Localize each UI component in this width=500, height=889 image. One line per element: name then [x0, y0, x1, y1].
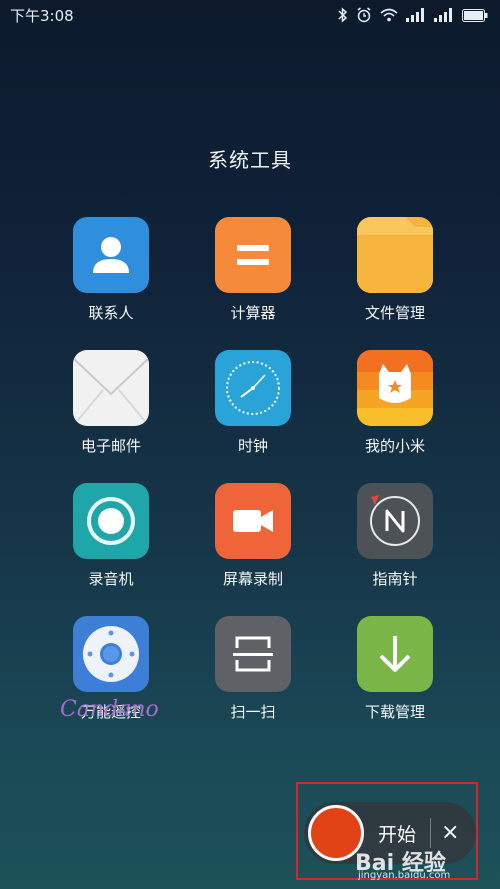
recorder-icon: [73, 483, 149, 559]
app-screen-record[interactable]: 屏幕录制: [182, 483, 324, 616]
mi-bunny-icon: [357, 350, 433, 426]
app-my-xiaomi[interactable]: 我的小米: [324, 350, 466, 483]
record-start-label[interactable]: 开始: [378, 820, 416, 847]
calculator-icon: [215, 217, 291, 293]
folder-icon: [357, 217, 433, 293]
app-email[interactable]: 电子邮件: [40, 350, 182, 483]
bluetooth-icon: [338, 7, 348, 23]
app-label: 计算器: [230, 304, 276, 322]
baidu-url: jingyan.baidu.com: [358, 870, 451, 881]
divider: [430, 818, 432, 848]
app-label: 时钟: [237, 437, 268, 455]
compass-icon: [357, 483, 433, 559]
signal-icon: [406, 8, 424, 22]
video-camera-icon: [215, 483, 291, 559]
app-label: 我的小米: [364, 437, 425, 455]
app-clock[interactable]: 时钟: [182, 350, 324, 483]
app-grid: 联系人 计算器 文件管理 电子邮件 时钟 我的小米 录音机 屏幕录制 指南针 万…: [40, 217, 466, 749]
app-compass[interactable]: 指南针: [324, 483, 466, 616]
status-time: 下午3:08: [10, 6, 74, 25]
app-file-manager[interactable]: 文件管理: [324, 217, 466, 350]
app-recorder[interactable]: 录音机: [40, 483, 182, 616]
close-icon[interactable]: ×: [441, 822, 459, 844]
signal-icon: [434, 8, 452, 22]
scan-icon: [215, 616, 291, 692]
app-remote[interactable]: 万能遥控: [40, 616, 182, 749]
app-download-manager[interactable]: 下载管理: [324, 616, 466, 749]
status-icons: [338, 7, 488, 23]
email-icon: [73, 350, 149, 426]
watermark-text: Candano: [60, 697, 159, 722]
remote-icon: [73, 616, 149, 692]
app-label: 文件管理: [364, 304, 425, 322]
app-label: 指南针: [372, 570, 418, 588]
download-icon: [357, 616, 433, 692]
app-label: 录音机: [88, 570, 134, 588]
app-label: 联系人: [88, 304, 134, 322]
wifi-icon: [380, 8, 398, 22]
app-calculator[interactable]: 计算器: [182, 217, 324, 350]
app-label: 屏幕录制: [222, 570, 283, 588]
contacts-icon: [73, 217, 149, 293]
clock-icon: [215, 350, 291, 426]
battery-icon: [462, 8, 488, 22]
app-label: 下载管理: [364, 703, 425, 721]
status-bar: 下午3:08: [0, 0, 500, 30]
app-label: 扫一扫: [230, 703, 276, 721]
app-scan[interactable]: 扫一扫: [182, 616, 324, 749]
app-label: 电子邮件: [80, 437, 141, 455]
folder-title: 系统工具: [208, 148, 292, 172]
app-contacts[interactable]: 联系人: [40, 217, 182, 350]
alarm-icon: [357, 7, 371, 23]
